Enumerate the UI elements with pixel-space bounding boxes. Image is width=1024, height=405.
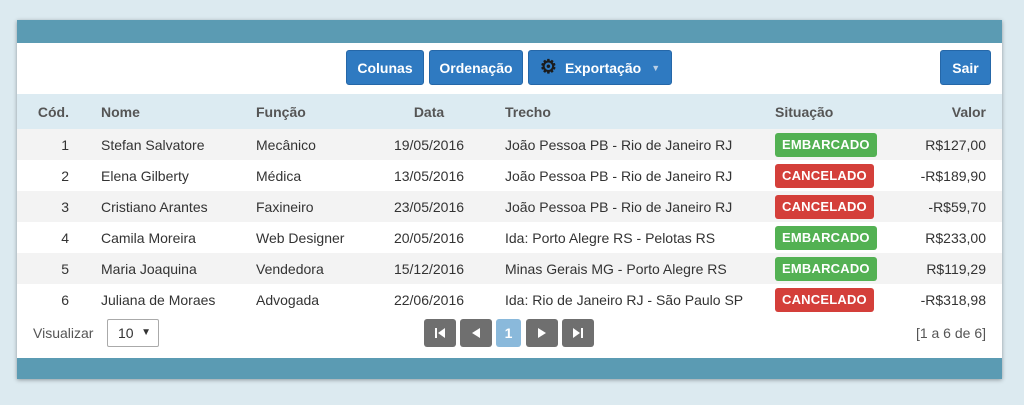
cell-trecho: Ida: Rio de Janeiro RJ - São Paulo SP [485,284,775,315]
cell-trecho: João Pessoa PB - Rio de Janeiro RJ [485,191,775,222]
cell-cod: 5 [17,253,69,284]
data-panel: Colunas Ordenação ⚙ Exportação ▼ Sair Có… [17,20,1002,379]
cell-situacao: CANCELADO [775,284,912,315]
page-size-select[interactable]: 10 ▼ [107,319,159,347]
status-badge: EMBARCADO [775,132,877,157]
cell-nome: Cristiano Arantes [101,191,256,222]
prev-page-icon [472,328,480,338]
status-badge: EMBARCADO [775,225,877,250]
export-label: Exportação [564,59,642,76]
last-page-button[interactable] [562,319,594,347]
columns-button[interactable]: Colunas [346,50,424,85]
cell-situacao: CANCELADO [775,191,912,222]
record-range: [1 a 6 de 6] [915,325,986,341]
status-badge: CANCELADO [775,287,874,312]
caret-down-icon: ▼ [651,62,661,73]
cell-valor: -R$189,90 [912,160,1002,191]
header-data[interactable]: Data [373,94,485,129]
cell-funcao: Médica [256,160,373,191]
cell-cod: 2 [17,160,69,191]
header-trecho[interactable]: Trecho [485,94,775,129]
toolbar: Colunas Ordenação ⚙ Exportação ▼ Sair [17,50,1002,86]
table-row[interactable]: 4 Camila Moreira Web Designer 20/05/2016 Ida… [17,222,1002,253]
gear-icon: ⚙ [539,57,557,78]
cell-funcao: Vendedora [256,253,373,284]
header-nome[interactable]: Nome [101,94,256,129]
cell-funcao: Advogada [256,284,373,315]
status-badge: CANCELADO [775,163,874,188]
table-row[interactable]: 3 Cristiano Arantes Faxineiro 23/05/2016 Joã… [17,191,1002,222]
cell-nome: Camila Moreira [101,222,256,253]
status-badge: CANCELADO [775,194,874,219]
header-funcao[interactable]: Função [256,94,373,129]
page-1-button[interactable]: 1 [496,319,521,347]
cell-data: 15/12/2016 [373,253,485,284]
cell-data: 22/06/2016 [373,284,485,315]
table-row[interactable]: 6 Juliana de Moraes Advogada 22/06/2016 Ida:… [17,284,1002,315]
panel-bottom-bar [17,358,1002,379]
dropdown-arrow-icon: ▼ [141,327,151,338]
cell-trecho: João Pessoa PB - Rio de Janeiro RJ [485,129,775,160]
cell-nome: Elena Gilberty [101,160,256,191]
sort-button[interactable]: Ordenação [429,50,523,85]
header-valor[interactable]: Valor [912,94,1002,129]
next-page-icon [538,328,546,338]
last-page-icon [573,328,583,338]
cell-cod: 3 [17,191,69,222]
page-size-label: Visualizar [33,325,94,341]
cell-valor: -R$59,70 [912,191,1002,222]
next-page-button[interactable] [526,319,558,347]
table-row[interactable]: 5 Maria Joaquina Vendedora 15/12/2016 Minas … [17,253,1002,284]
cell-funcao: Mecânico [256,129,373,160]
cell-situacao: EMBARCADO [775,129,912,160]
cell-data: 13/05/2016 [373,160,485,191]
cell-valor: R$119,29 [912,253,1002,284]
first-page-button[interactable] [424,319,456,347]
export-button[interactable]: ⚙ Exportação ▼ [528,50,672,85]
table-footer: Visualizar 10 ▼ 1 [1 a 6 de 6] [17,319,1002,349]
cell-cod: 1 [17,129,69,160]
exit-button[interactable]: Sair [940,50,991,85]
cell-cod: 4 [17,222,69,253]
cell-valor: R$127,00 [912,129,1002,160]
cell-situacao: EMBARCADO [775,253,912,284]
page-size-value: 10 [118,325,134,341]
cell-trecho: João Pessoa PB - Rio de Janeiro RJ [485,160,775,191]
cell-valor: -R$318,98 [912,284,1002,315]
cell-trecho: Minas Gerais MG - Porto Alegre RS [485,253,775,284]
first-page-icon [435,328,445,338]
prev-page-button[interactable] [460,319,492,347]
cell-cod: 6 [17,284,69,315]
table-header-row: Cód. Nome Função Data Trecho Situação Va… [17,94,1002,129]
panel-top-bar [17,20,1002,43]
cell-nome: Stefan Salvatore [101,129,256,160]
cell-data: 23/05/2016 [373,191,485,222]
cell-nome: Maria Joaquina [101,253,256,284]
cell-funcao: Web Designer [256,222,373,253]
header-situacao[interactable]: Situação [775,94,912,129]
cell-valor: R$233,00 [912,222,1002,253]
cell-situacao: EMBARCADO [775,222,912,253]
table-row[interactable]: 1 Stefan Salvatore Mecânico 19/05/2016 João … [17,129,1002,160]
status-badge: EMBARCADO [775,256,877,281]
table-row[interactable]: 2 Elena Gilberty Médica 13/05/2016 João Pess… [17,160,1002,191]
header-cod[interactable]: Cód. [17,94,69,129]
cell-data: 19/05/2016 [373,129,485,160]
cell-situacao: CANCELADO [775,160,912,191]
cell-funcao: Faxineiro [256,191,373,222]
cell-nome: Juliana de Moraes [101,284,256,315]
cell-trecho: Ida: Porto Alegre RS - Pelotas RS [485,222,775,253]
data-table: Cód. Nome Função Data Trecho Situação Va… [17,94,1002,315]
cell-data: 20/05/2016 [373,222,485,253]
